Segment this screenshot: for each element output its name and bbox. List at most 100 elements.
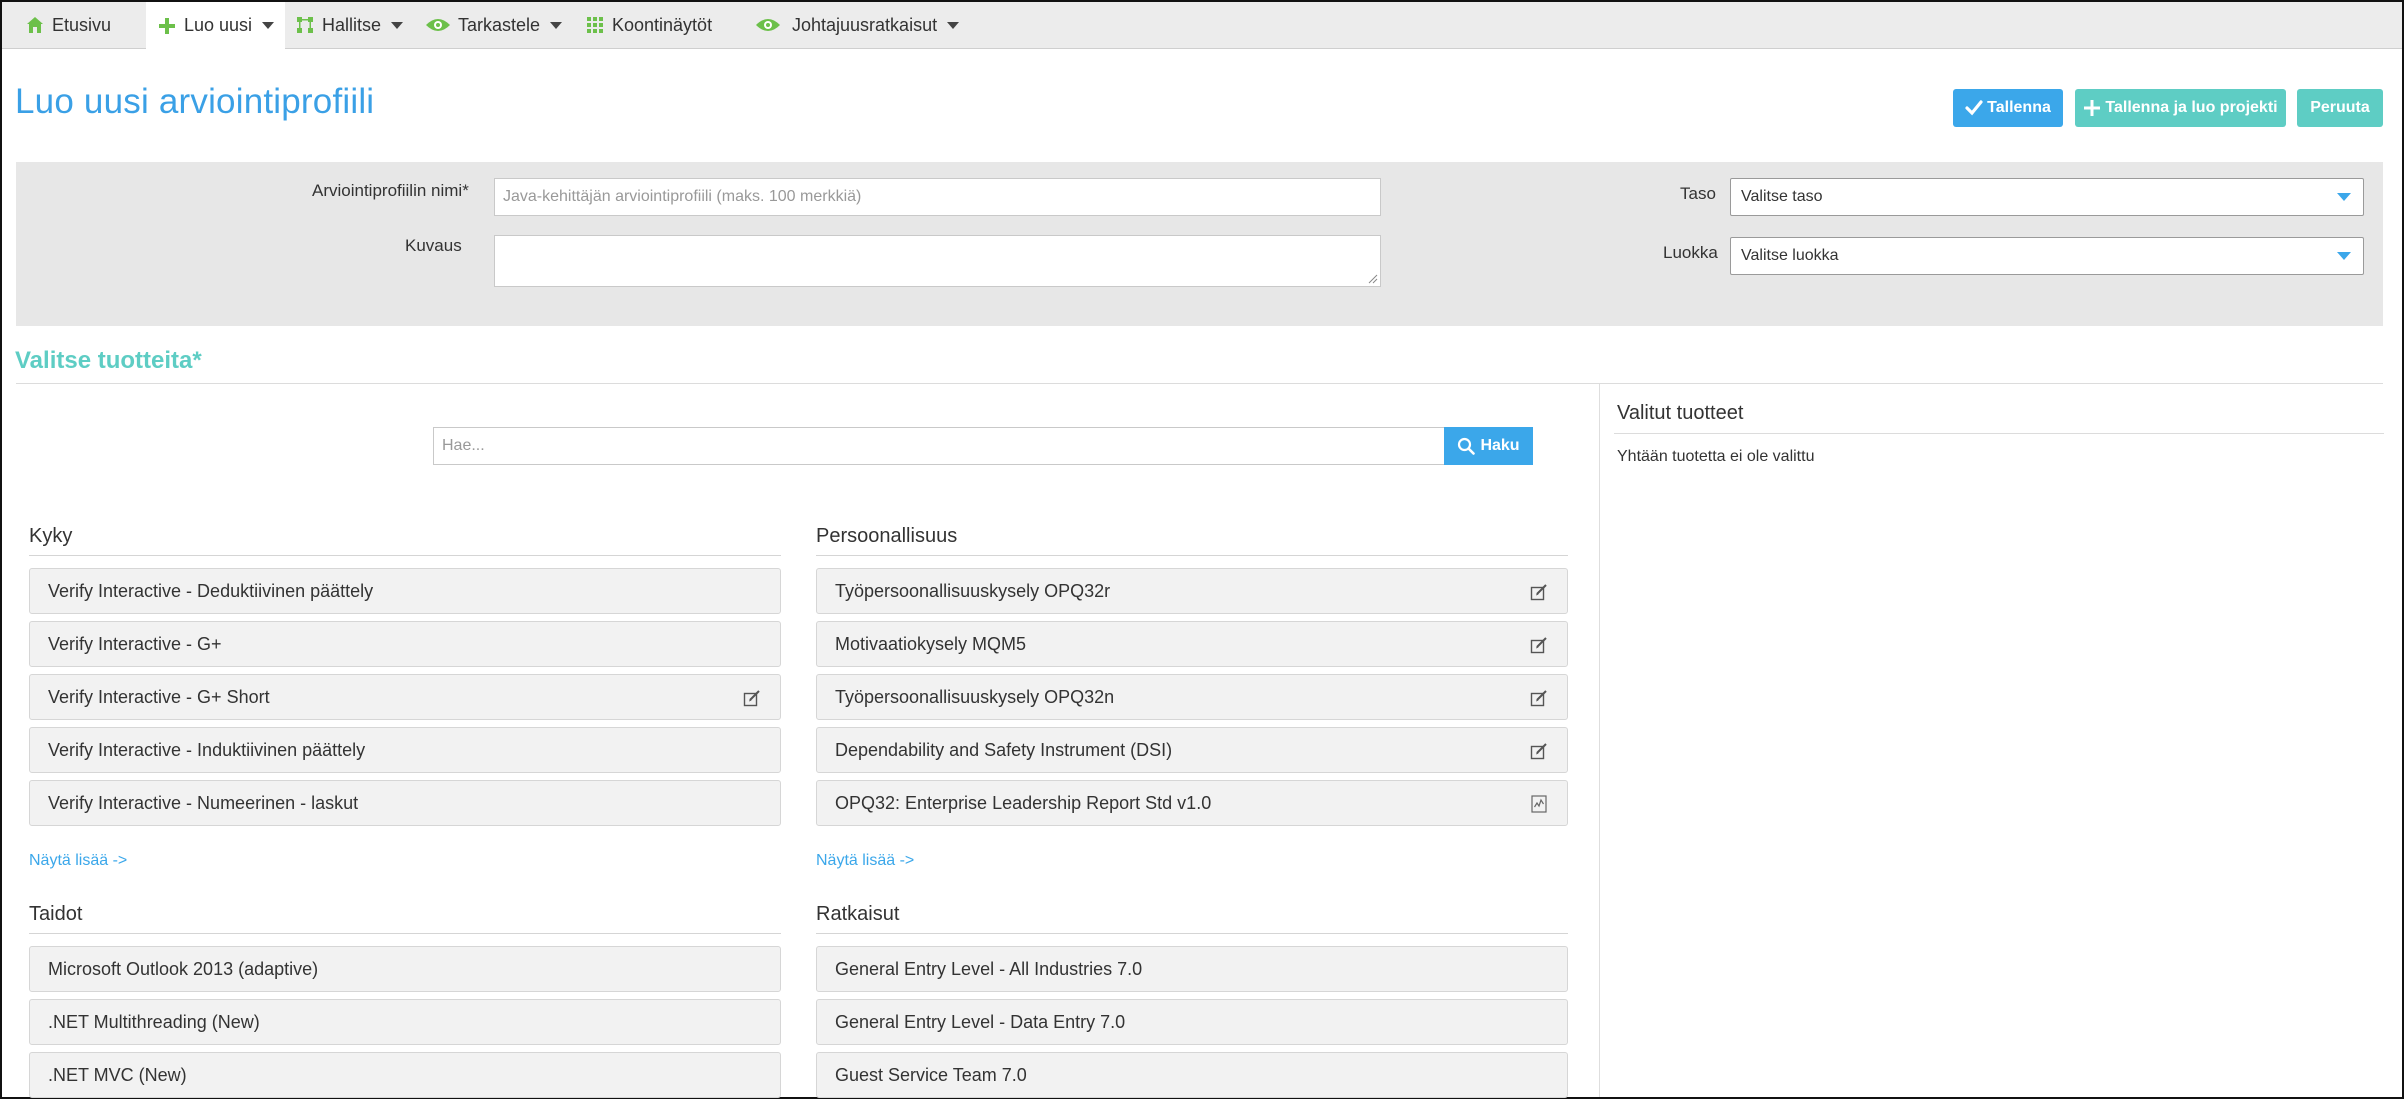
description-textarea[interactable] — [494, 235, 1381, 287]
category-title-persoonallisuus: Persoonallisuus — [816, 525, 958, 547]
nav-item-home[interactable]: Etusivu — [24, 2, 111, 48]
product-item-label: Työpersoonallisuuskysely OPQ32r — [835, 580, 1111, 601]
product-item[interactable]: .NET Multithreading (New) — [29, 999, 781, 1045]
product-item-label: Microsoft Outlook 2013 (adaptive) — [48, 958, 319, 979]
nav-label: Johtajuusratkaisut — [792, 14, 938, 35]
top-navigation: Etusivu Luo uusi Hallitse Tarkastele Koo… — [2, 2, 2402, 49]
divider — [29, 933, 781, 934]
divider — [816, 555, 1568, 556]
edit-icon[interactable] — [742, 688, 762, 708]
profile-name-input[interactable]: Java-kehittäjän arviointiprofiili (maks.… — [494, 178, 1381, 216]
product-item-label: Verify Interactive - G+ Short — [48, 686, 270, 707]
product-item-label: OPQ32: Enterprise Leadership Report Std … — [835, 792, 1212, 813]
product-item[interactable]: Verify Interactive - G+ — [29, 621, 781, 667]
product-item-label: Verify Interactive - Deduktiivinen päätt… — [48, 580, 374, 601]
search-button-label: Haku — [1480, 437, 1520, 454]
eye-icon — [424, 14, 452, 36]
edit-icon[interactable] — [1529, 688, 1549, 708]
product-item[interactable]: .NET MVC (New) — [29, 1052, 781, 1098]
product-item-label: General Entry Level - All Industries 7.0 — [835, 958, 1143, 979]
divider — [816, 933, 1568, 934]
nav-item-dashboards[interactable]: Koontinäytöt — [584, 2, 712, 48]
category-title-kyky: Kyky — [29, 525, 73, 547]
plus-icon — [2083, 99, 2101, 117]
product-item[interactable]: Verify Interactive - G+ Short — [29, 674, 781, 720]
search-icon — [1457, 437, 1476, 455]
class-select-value: Valitse luokka — [1741, 247, 1839, 264]
nav-item-view[interactable]: Tarkastele — [424, 2, 563, 48]
chevron-down-icon — [262, 22, 275, 29]
chevron-down-icon — [2337, 193, 2351, 201]
chevron-down-icon — [391, 21, 404, 29]
category-title-ratkaisut: Ratkaisut — [816, 903, 900, 925]
nav-item-manage[interactable]: Hallitse — [294, 2, 404, 48]
product-item[interactable]: Verify Interactive - Numeerinen - laskut — [29, 780, 781, 826]
show-more-link-persoonallisuus[interactable]: Näytä lisää -> — [816, 852, 914, 870]
product-item[interactable]: Dependability and Safety Instrument (DSI… — [816, 727, 1568, 773]
edit-icon[interactable] — [1529, 635, 1549, 655]
page-title: Luo uusi arviointiprofiili — [15, 82, 375, 121]
report-icon[interactable] — [1529, 794, 1549, 814]
save-button-label: Tallenna — [1987, 99, 2051, 116]
nav-label: Luo uusi — [184, 15, 253, 35]
product-item[interactable]: General Entry Level - Data Entry 7.0 — [816, 999, 1568, 1045]
category-title-taidot: Taidot — [29, 903, 83, 925]
selected-products-empty-text: Yhtään tuotetta ei ole valittu — [1617, 448, 1815, 465]
product-item[interactable]: Verify Interactive - Deduktiivinen päätt… — [29, 568, 781, 614]
dashboard-grid-icon — [584, 14, 606, 36]
product-item[interactable]: Motivaatiokysely MQM5 — [816, 621, 1568, 667]
level-select[interactable]: Valitse taso — [1730, 178, 2364, 216]
profile-form-panel: Arviointiprofiilin nimi* Java-kehittäjän… — [16, 162, 2383, 326]
eye-icon — [754, 14, 782, 36]
class-select[interactable]: Valitse luokka — [1730, 237, 2364, 275]
show-more-link-kyky[interactable]: Näytä lisää -> — [29, 852, 127, 870]
save-and-create-project-label: Tallenna ja luo projekti — [2105, 99, 2278, 116]
product-item-label: Verify Interactive - G+ — [48, 633, 222, 654]
class-label: Luokka — [1663, 243, 1718, 262]
product-item[interactable]: General Entry Level - All Industries 7.0 — [816, 946, 1568, 992]
product-item[interactable]: Työpersoonallisuuskysely OPQ32r — [816, 568, 1568, 614]
level-label: Taso — [1680, 184, 1716, 203]
edit-icon[interactable] — [1529, 582, 1549, 602]
divider — [16, 383, 2383, 384]
plus-icon — [156, 15, 178, 37]
product-item-label: Motivaatiokysely MQM5 — [835, 633, 1027, 654]
product-item-label: .NET MVC (New) — [48, 1064, 187, 1085]
nav-item-create-new[interactable]: Luo uusi — [146, 2, 285, 49]
product-search-input[interactable]: Hae... — [433, 427, 1445, 465]
home-icon — [24, 14, 46, 36]
edit-icon[interactable] — [1529, 741, 1549, 761]
profile-name-label: Arviointiprofiilin nimi* — [312, 181, 469, 200]
product-item[interactable]: Microsoft Outlook 2013 (adaptive) — [29, 946, 781, 992]
chevron-down-icon — [2337, 252, 2351, 260]
product-item-label: Guest Service Team 7.0 — [835, 1064, 1027, 1085]
product-item[interactable]: Verify Interactive - Induktiivinen päätt… — [29, 727, 781, 773]
panel-divider — [1599, 384, 1600, 1097]
save-and-create-project-button[interactable]: Tallenna ja luo projekti — [2075, 89, 2286, 127]
manage-icon — [294, 14, 316, 36]
search-button[interactable]: Haku — [1444, 427, 1533, 465]
nav-label: Koontinäytöt — [612, 14, 713, 35]
description-label: Kuvaus — [405, 236, 462, 255]
check-icon — [1965, 99, 1983, 117]
selected-products-heading: Valitut tuotteet — [1617, 402, 1744, 424]
nav-item-leadership[interactable]: Johtajuusratkaisut — [754, 2, 960, 48]
product-item-label: Verify Interactive - Induktiivinen päätt… — [48, 739, 366, 760]
product-item-label: General Entry Level - Data Entry 7.0 — [835, 1011, 1126, 1032]
nav-label: Tarkastele — [458, 14, 541, 35]
product-item-label: Dependability and Safety Instrument (DSI… — [835, 739, 1173, 760]
product-item[interactable]: OPQ32: Enterprise Leadership Report Std … — [816, 780, 1568, 826]
divider — [29, 555, 781, 556]
save-button[interactable]: Tallenna — [1953, 89, 2063, 127]
nav-label: Hallitse — [322, 14, 382, 35]
chevron-down-icon — [947, 21, 960, 29]
divider — [1614, 433, 2384, 434]
select-products-heading: Valitse tuotteita* — [15, 347, 202, 374]
product-item[interactable]: Työpersoonallisuuskysely OPQ32n — [816, 674, 1568, 720]
nav-label: Etusivu — [52, 14, 112, 35]
product-item[interactable]: Guest Service Team 7.0 — [816, 1052, 1568, 1098]
product-item-label: Työpersoonallisuuskysely OPQ32n — [835, 686, 1115, 707]
cancel-button[interactable]: Peruuta — [2297, 89, 2383, 127]
product-item-label: .NET Multithreading (New) — [48, 1011, 260, 1032]
resize-handle-icon[interactable] — [1368, 274, 1378, 284]
